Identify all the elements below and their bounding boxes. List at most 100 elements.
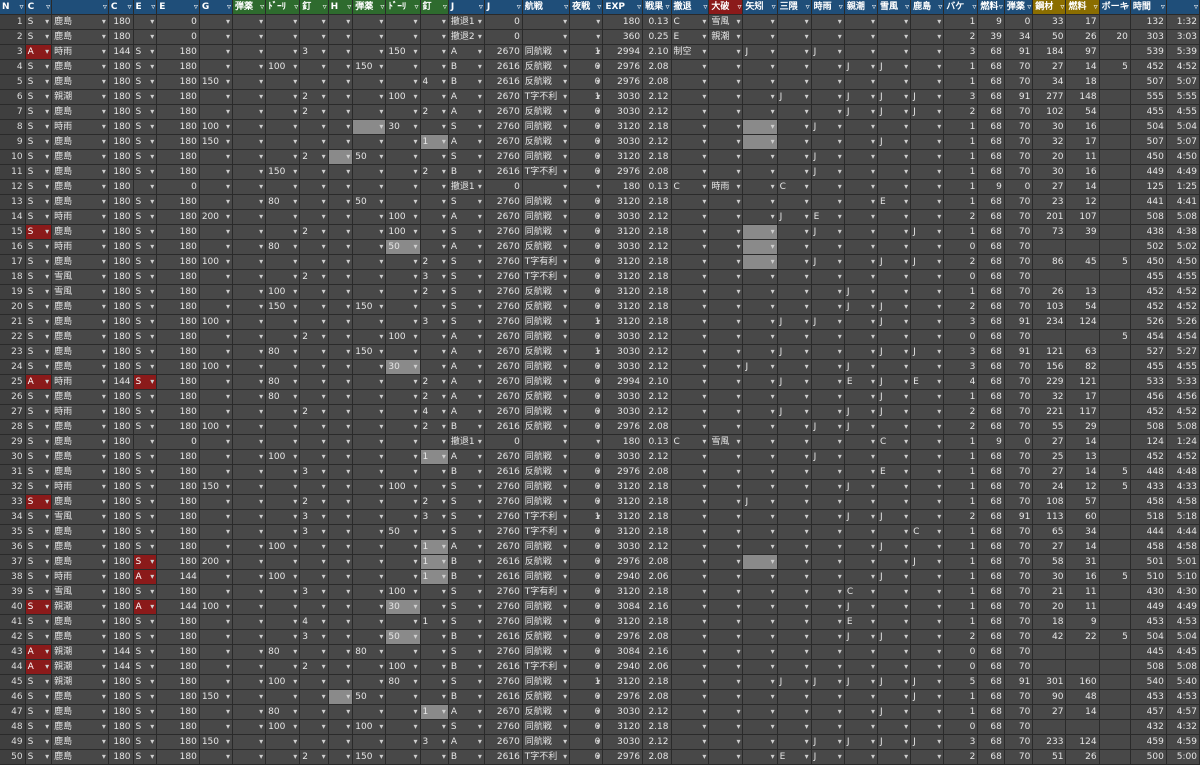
table-cell[interactable]: 同航戦	[522, 735, 571, 750]
table-cell[interactable]: 3030	[603, 240, 644, 255]
table-cell[interactable]: 2760	[484, 300, 523, 315]
table-cell[interactable]: 180	[157, 390, 200, 405]
column-header[interactable]: 時雨 ▿	[811, 0, 845, 15]
table-cell[interactable]	[844, 450, 878, 465]
filter-icon[interactable]: ▿	[347, 0, 351, 14]
table-cell[interactable]: 70	[1004, 540, 1034, 555]
table-cell[interactable]	[844, 465, 878, 480]
table-cell[interactable]	[328, 510, 354, 525]
table-cell[interactable]: 452	[1130, 405, 1167, 420]
table-cell[interactable]	[353, 525, 387, 540]
table-cell[interactable]	[420, 660, 449, 675]
table-cell[interactable]: 70	[1004, 75, 1034, 90]
table-cell[interactable]	[232, 750, 267, 765]
table-cell[interactable]: S	[133, 510, 158, 525]
table-cell[interactable]: 527	[1130, 345, 1167, 360]
table-cell[interactable]: 22	[1066, 630, 1100, 645]
table-cell[interactable]: 45	[1066, 255, 1100, 270]
row-number[interactable]: 43	[0, 645, 26, 660]
table-cell[interactable]	[844, 330, 878, 345]
table-cell[interactable]: 2976	[603, 465, 644, 480]
filter-icon[interactable]: ▿	[103, 0, 107, 14]
table-cell[interactable]: J	[844, 60, 878, 75]
table-cell[interactable]	[420, 210, 449, 225]
table-cell[interactable]	[709, 60, 744, 75]
table-cell[interactable]: 452	[1130, 60, 1167, 75]
table-cell[interactable]: A	[448, 210, 485, 225]
table-cell[interactable]: 5:33	[1166, 375, 1200, 390]
table-cell[interactable]	[911, 600, 945, 615]
filter-icon[interactable]: ▿	[905, 0, 909, 14]
table-cell[interactable]: 107	[1066, 210, 1100, 225]
table-cell[interactable]: E	[777, 750, 812, 765]
table-cell[interactable]: 68	[978, 390, 1005, 405]
table-cell[interactable]: 1	[570, 315, 604, 330]
table-cell[interactable]	[353, 165, 387, 180]
table-cell[interactable]: S	[25, 585, 53, 600]
table-cell[interactable]: 21	[1033, 585, 1067, 600]
table-cell[interactable]	[877, 270, 912, 285]
table-cell[interactable]: 68	[978, 150, 1005, 165]
table-cell[interactable]	[420, 45, 449, 60]
table-cell[interactable]: S	[448, 225, 485, 240]
column-header[interactable]: C ▿	[108, 0, 134, 15]
table-cell[interactable]: 3120	[603, 525, 644, 540]
table-cell[interactable]	[266, 435, 301, 450]
table-cell[interactable]	[353, 540, 387, 555]
table-cell[interactable]: S	[133, 240, 158, 255]
table-cell[interactable]: 117	[1066, 405, 1100, 420]
table-cell[interactable]: 17	[1066, 390, 1100, 405]
table-cell[interactable]: 14	[1066, 60, 1100, 75]
table-cell[interactable]	[671, 300, 710, 315]
table-cell[interactable]	[386, 315, 421, 330]
table-cell[interactable]	[911, 510, 945, 525]
table-cell[interactable]: 68	[978, 135, 1005, 150]
table-cell[interactable]: 0	[570, 60, 604, 75]
table-cell[interactable]: 50	[1033, 30, 1067, 45]
table-cell[interactable]	[328, 525, 354, 540]
table-cell[interactable]: 3	[944, 735, 979, 750]
table-cell[interactable]: 2	[420, 285, 449, 300]
table-cell[interactable]: 同航戦	[522, 210, 571, 225]
table-cell[interactable]	[300, 555, 329, 570]
table-cell[interactable]	[328, 540, 354, 555]
table-cell[interactable]	[328, 735, 354, 750]
table-cell[interactable]: 2670	[484, 735, 523, 750]
table-cell[interactable]: T字不利	[522, 165, 571, 180]
table-cell[interactable]: 459	[1130, 735, 1167, 750]
table-cell[interactable]	[777, 270, 812, 285]
table-cell[interactable]	[811, 720, 845, 735]
table-cell[interactable]: S	[25, 225, 53, 240]
table-cell[interactable]: 2994	[603, 375, 644, 390]
table-cell[interactable]	[353, 465, 387, 480]
table-cell[interactable]	[386, 135, 421, 150]
table-cell[interactable]: 68	[978, 585, 1005, 600]
table-cell[interactable]: 504	[1130, 630, 1167, 645]
table-cell[interactable]: S	[448, 585, 485, 600]
table-cell[interactable]	[266, 630, 301, 645]
table-cell[interactable]: 148	[1066, 90, 1100, 105]
table-cell[interactable]	[877, 225, 912, 240]
row-number[interactable]: 21	[0, 315, 26, 330]
table-cell[interactable]: 0	[570, 360, 604, 375]
table-cell[interactable]	[328, 645, 354, 660]
table-cell[interactable]: 97	[1066, 45, 1100, 60]
table-cell[interactable]: S	[25, 615, 53, 630]
table-cell[interactable]: J	[777, 345, 812, 360]
table-cell[interactable]: 68	[978, 720, 1005, 735]
table-cell[interactable]: 2.12	[643, 135, 672, 150]
table-cell[interactable]	[328, 210, 354, 225]
table-cell[interactable]	[911, 15, 945, 30]
table-cell[interactable]	[386, 720, 421, 735]
table-cell[interactable]: 3030	[603, 330, 644, 345]
table-cell[interactable]: S	[133, 495, 158, 510]
table-cell[interactable]	[709, 495, 744, 510]
table-cell[interactable]	[1099, 285, 1131, 300]
table-cell[interactable]	[844, 75, 878, 90]
table-cell[interactable]	[266, 135, 301, 150]
table-cell[interactable]: J	[844, 285, 878, 300]
column-header[interactable]: 矢矧 ▿	[743, 0, 778, 15]
table-cell[interactable]	[911, 405, 945, 420]
table-cell[interactable]	[420, 750, 449, 765]
table-cell[interactable]	[570, 30, 604, 45]
